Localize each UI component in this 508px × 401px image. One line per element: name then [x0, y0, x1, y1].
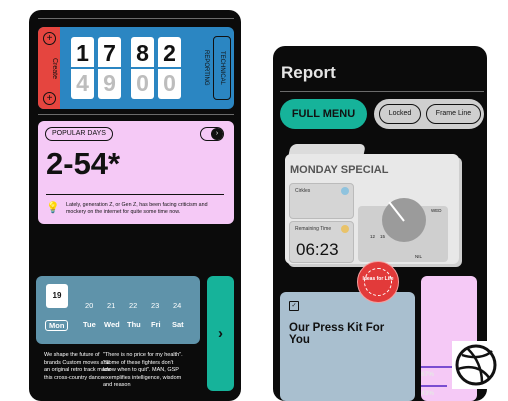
flip-digit-4: 2 0: [158, 37, 181, 99]
press-kit-card[interactable]: ✓ Our Press Kit For You: [280, 292, 415, 401]
filter-pill-group: Locked Frame Line: [374, 99, 484, 129]
folder-title: MONDAY SPECIAL: [290, 164, 389, 176]
progress-percent-2: 43%: [421, 390, 435, 397]
progress-percent-1: 67%: [421, 371, 435, 378]
top-divider: [38, 18, 234, 19]
circle-icon: [341, 187, 349, 195]
technical-reporting-tag[interactable]: TECHNICAL REPORTING: [203, 36, 231, 100]
phone-screen-1: + Create + 1 4 7 9 8 0 2 0 TECHNICAL REP…: [29, 10, 241, 401]
arrow-right-icon: ›: [211, 128, 223, 140]
full-menu-button[interactable]: FULL MENU: [280, 99, 367, 129]
cirkles-card[interactable]: Cirkles: [289, 183, 354, 219]
date-number[interactable]: 22: [129, 301, 137, 310]
press-kit-title: Our Press Kit For You: [289, 322, 385, 346]
monday-special-folder[interactable]: MONDAY SPECIAL Cirkles Remaining Time 06…: [285, 144, 465, 268]
popular-days-tag: POPULAR DAYS: [45, 127, 113, 141]
divider: [38, 114, 234, 115]
locked-button[interactable]: Locked: [379, 104, 421, 124]
date-number[interactable]: 21: [107, 301, 115, 310]
report-title: Report: [281, 63, 336, 82]
today-date[interactable]: 19: [46, 284, 68, 308]
day-sat[interactable]: Sat: [172, 320, 184, 329]
remaining-time-value: 06:23: [296, 240, 339, 259]
date-number[interactable]: 20: [85, 301, 93, 310]
day-wed[interactable]: Wed: [104, 320, 120, 329]
checkbox-icon[interactable]: ✓: [289, 301, 299, 311]
lightbulb-icon: 💡: [46, 202, 60, 214]
day-fri[interactable]: Fri: [151, 320, 161, 329]
popular-days-card: POPULAR DAYS › 2-54* 💡 Lately, generatio…: [38, 121, 234, 224]
week-calendar: 19 20 21 22 23 24 Mon Tue Wed Thu Fri Sa…: [36, 276, 200, 344]
popular-stat: 2-54*: [46, 146, 121, 181]
remaining-time-card[interactable]: Remaining Time 06:23: [289, 221, 354, 263]
plus-icon[interactable]: +: [43, 92, 56, 105]
card-divider: [46, 194, 224, 195]
dribbble-logo-icon: [452, 341, 500, 389]
clock-icon: [341, 225, 349, 233]
counter-widget: + Create + 1 4 7 9 8 0 2 0 TECHNICAL REP…: [38, 27, 234, 109]
create-tab[interactable]: + Create +: [38, 27, 60, 109]
toggle-switch[interactable]: ›: [200, 127, 224, 141]
quote-text-2: "There is no price for my health". "Some…: [103, 352, 183, 388]
gauge-card: WED 12 15 NIL: [358, 198, 448, 262]
stamp-text: Ideas for Life: [362, 276, 394, 282]
create-label: Create: [51, 58, 58, 80]
flip-digit-1: 1 4: [71, 37, 94, 99]
date-number[interactable]: 24: [173, 301, 181, 310]
title-divider: [280, 91, 484, 92]
flip-digit-3: 8 0: [131, 37, 154, 99]
progress-line-2: [421, 385, 447, 387]
popular-description: Lately, generation Z, or Gen Z, has been…: [66, 202, 208, 215]
day-thu[interactable]: Thu: [127, 320, 141, 329]
date-number[interactable]: 23: [151, 301, 159, 310]
folder-body: MONDAY SPECIAL Cirkles Remaining Time 06…: [285, 154, 459, 264]
frame-line-button[interactable]: Frame Line: [426, 104, 481, 124]
ideas-stamp-badge: Ideas for Life: [357, 261, 399, 303]
day-mon-selected[interactable]: Mon: [45, 320, 69, 331]
flip-digit-2: 7 9: [98, 37, 121, 99]
day-tue[interactable]: Tue: [83, 320, 96, 329]
plus-icon[interactable]: +: [43, 32, 56, 45]
next-week-button[interactable]: ›: [207, 276, 234, 391]
